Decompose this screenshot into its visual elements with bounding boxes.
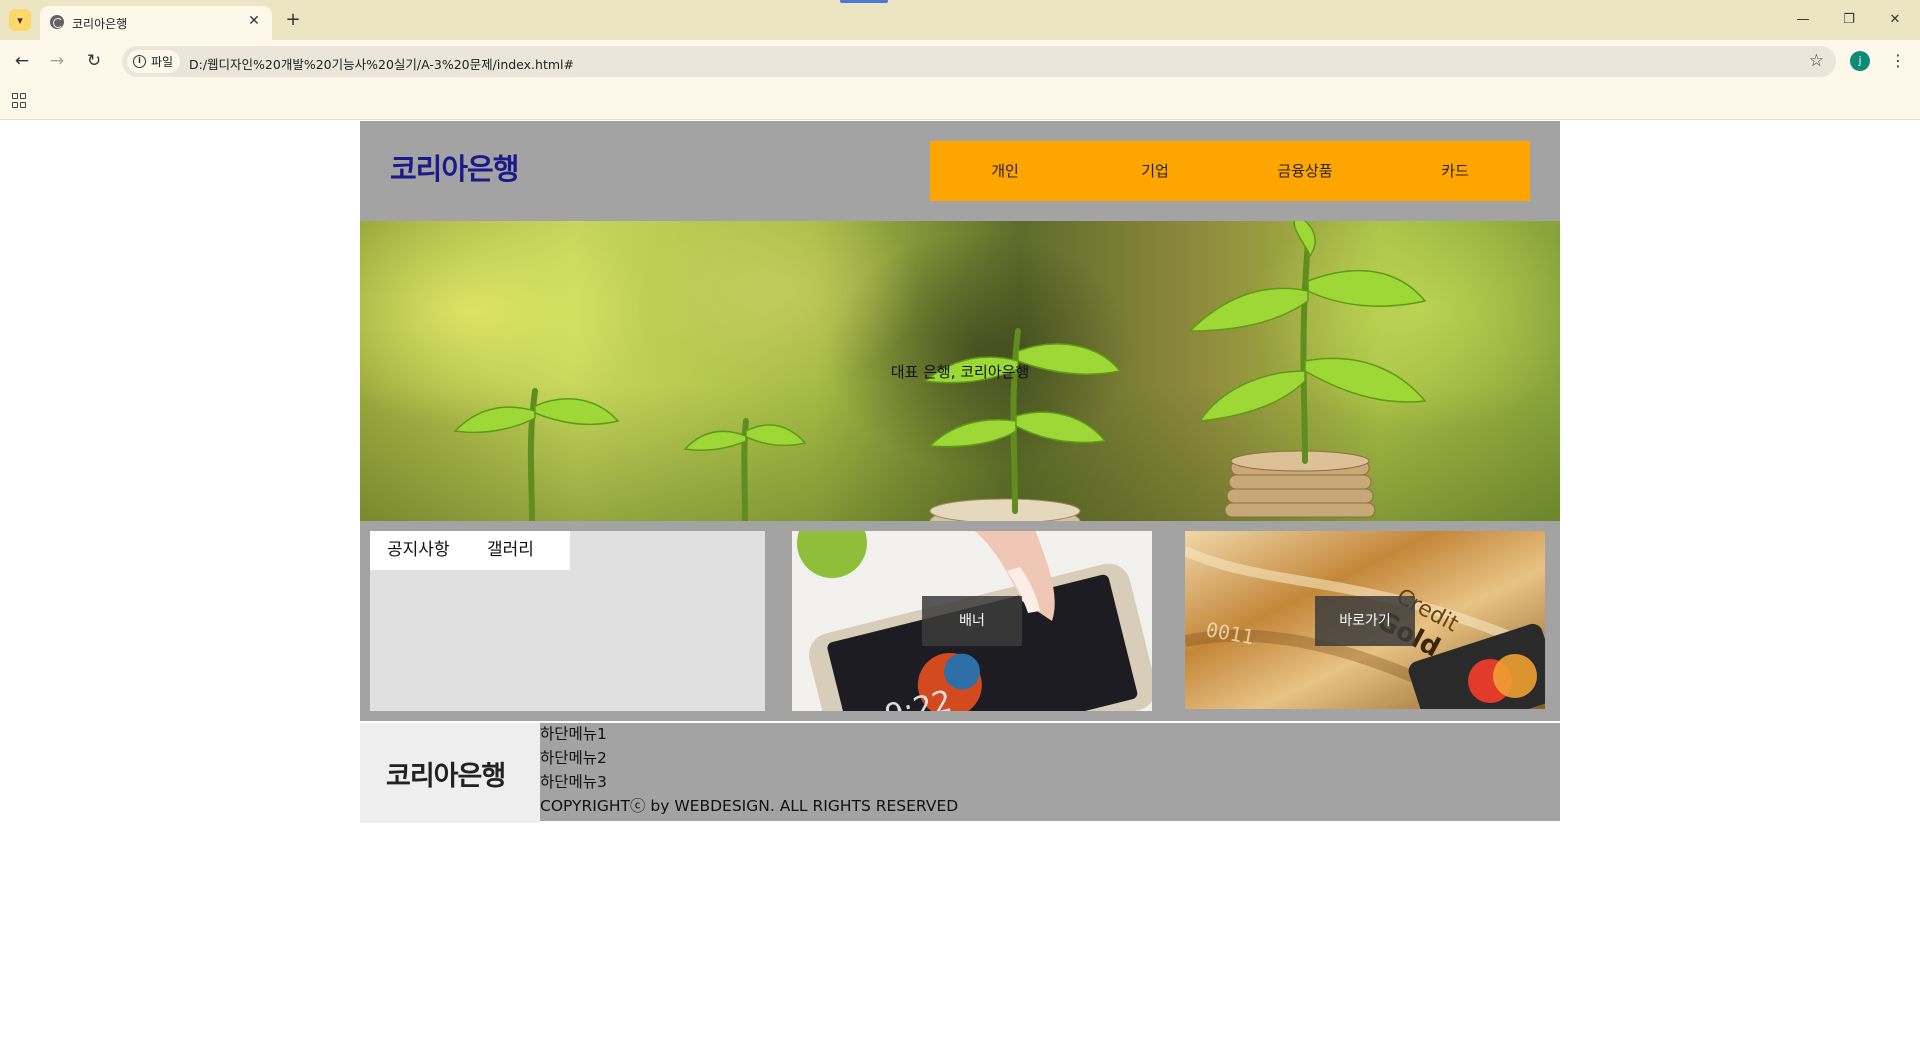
arrow-right-icon[interactable]: → — [44, 49, 70, 73]
more-vert-icon[interactable]: ⋮ — [1888, 49, 1908, 73]
nav-item-business[interactable]: 기업 — [1080, 141, 1230, 201]
tab-title: 코리아은행 — [72, 17, 128, 31]
footer-info: 하단메뉴1 하단메뉴2 하단메뉴3 COPYRIGHTⓒ by WEBDESIG… — [540, 723, 1560, 821]
footer-logo-area: 코리아은행 — [360, 723, 540, 823]
banner[interactable]: 9:22 배너 — [792, 531, 1152, 711]
minimize-icon[interactable]: — — [1780, 6, 1826, 34]
site-header: 코리아은행 개인 기업 금융상품 카드 — [360, 121, 1560, 221]
banner-label: 배너 — [922, 596, 1022, 646]
notice-gallery-board: 공지사항 갤러리 — [370, 531, 765, 711]
window-close-icon[interactable]: ✕ — [1872, 6, 1918, 34]
site-wrapper: 코리아은행 개인 기업 금융상품 카드 대표 은행, 코리아은행 공지사항 갤러… — [360, 121, 1560, 823]
tab-indicator — [840, 0, 888, 3]
plus-icon[interactable]: + — [281, 8, 305, 32]
star-icon[interactable]: ☆ — [1809, 51, 1824, 71]
arrow-left-icon[interactable]: ← — [9, 49, 35, 73]
site-logo[interactable]: 코리아은행 — [390, 146, 519, 188]
bookmarks-bar — [0, 82, 1920, 120]
page-viewport: 코리아은행 개인 기업 금융상품 카드 대표 은행, 코리아은행 공지사항 갤러… — [0, 121, 1920, 1040]
coin-stack-small — [929, 498, 1081, 521]
reload-icon[interactable]: ↻ — [81, 49, 107, 73]
tab-notice[interactable]: 공지사항 — [370, 531, 470, 570]
coin-stack — [1224, 450, 1376, 518]
shortcut-label: 바로가기 — [1315, 596, 1415, 646]
browser-toolbar: ← → ↻ i 파일 D:/웹디자인%20개발%20기능사%20실기/A-3%2… — [0, 40, 1920, 82]
close-icon[interactable]: ✕ — [245, 12, 263, 30]
footer-menu-3[interactable]: 하단메뉴3 — [540, 772, 607, 792]
contents-section: 공지사항 갤러리 9:22 배너 Credit 0011 바로가기 — [360, 521, 1560, 721]
browser-tabstrip: ▾ 코리아은행 ✕ + — ❐ ✕ — [0, 0, 1920, 40]
site-chip-label: 파일 — [151, 55, 174, 69]
nav-item-personal[interactable]: 개인 — [930, 141, 1080, 201]
hero-caption: 대표 은행, 코리아은행 — [890, 363, 1030, 381]
footer-menu-2[interactable]: 하단메뉴2 — [540, 748, 607, 768]
footer-logo[interactable]: 코리아은행 — [386, 754, 506, 793]
nav-item-products[interactable]: 금융상품 — [1230, 141, 1380, 201]
url-text[interactable]: D:/웹디자인%20개발%20기능사%20실기/A-3%20문제/index.h… — [189, 54, 574, 73]
hero-slide: 대표 은행, 코리아은행 — [360, 221, 1560, 521]
chevron-down-icon[interactable]: ▾ — [9, 9, 31, 31]
board-tabs: 공지사항 갤러리 — [370, 531, 570, 570]
main-nav: 개인 기업 금융상품 카드 — [930, 141, 1530, 201]
address-bar[interactable]: i 파일 D:/웹디자인%20개발%20기능사%20실기/A-3%20문제/in… — [122, 46, 1836, 77]
site-footer: 코리아은행 하단메뉴1 하단메뉴2 하단메뉴3 COPYRIGHTⓒ by WE… — [360, 723, 1560, 823]
footer-menu-1[interactable]: 하단메뉴1 — [540, 724, 607, 744]
apps-grid-icon[interactable] — [12, 93, 28, 109]
site-info-chip[interactable]: i 파일 — [127, 50, 181, 73]
nav-item-card[interactable]: 카드 — [1380, 141, 1530, 201]
tab-gallery[interactable]: 갤러리 — [470, 531, 570, 570]
globe-icon — [50, 15, 64, 29]
info-icon: i — [133, 55, 146, 68]
shortcut-link[interactable]: Credit Gold 0011 바로가기 — [1185, 531, 1545, 709]
avatar[interactable]: j — [1850, 51, 1870, 71]
copyright: COPYRIGHTⓒ by WEBDESIGN. ALL RIGHTS RESE… — [540, 797, 959, 815]
restore-icon[interactable]: ❐ — [1826, 6, 1872, 34]
browser-tab-active[interactable]: 코리아은행 ✕ — [40, 6, 272, 40]
